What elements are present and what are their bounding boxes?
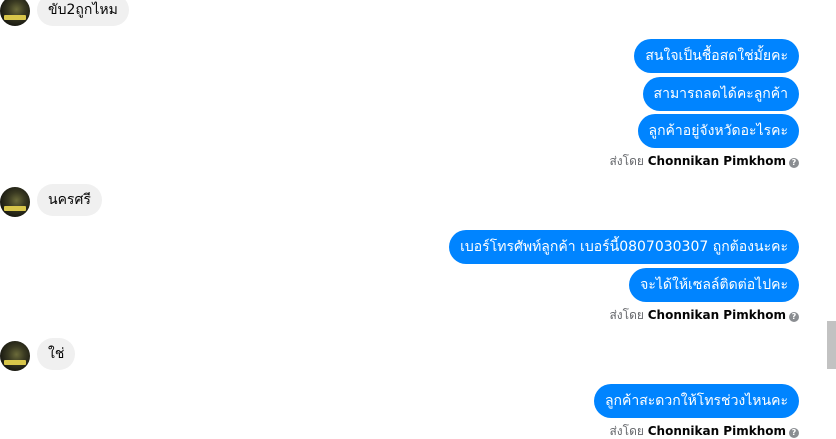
- sent-by-label: ส่งโดย Chonnikan Pimkhom?: [609, 153, 799, 169]
- outgoing-message[interactable]: เบอร์โทรศัพท์ลูกค้า เบอร์นี้0807030307 ถ…: [449, 230, 799, 264]
- message-text: เบอร์โทรศัพท์ลูกค้า เบอร์นี้0807030307 ถ…: [460, 239, 788, 255]
- message-text: นครศรี: [48, 192, 91, 208]
- outgoing-message[interactable]: ลูกค้าสะดวกให้โทรช่วงไหนคะ: [593, 384, 799, 418]
- scrollbar-thumb[interactable]: [827, 321, 836, 369]
- sent-by-prefix: ส่งโดย: [609, 308, 644, 322]
- sender-name[interactable]: Chonnikan Pimkhom: [648, 154, 786, 168]
- message-text: จะได้ให้เซลล์ติดต่อไปคะ: [640, 277, 788, 293]
- help-icon[interactable]: ?: [789, 428, 799, 438]
- message-text: ขับ2ถูกไหม: [48, 2, 118, 18]
- avatar-badge: [4, 206, 26, 211]
- incoming-message[interactable]: นครศรี: [37, 184, 102, 216]
- message-text: ใช่: [48, 346, 65, 362]
- avatar-badge: [4, 360, 26, 365]
- message-text: ลูกค้าอยู่จังหวัดอะไรคะ: [648, 123, 789, 139]
- sender-name[interactable]: Chonnikan Pimkhom: [648, 308, 786, 322]
- help-icon[interactable]: ?: [789, 158, 799, 168]
- sent-by-prefix: ส่งโดย: [609, 154, 644, 168]
- outgoing-message[interactable]: สามารถลดได้คะลูกค้า: [642, 77, 799, 111]
- message-text: สามารถลดได้คะลูกค้า: [653, 86, 788, 102]
- message-text: สนใจเป็นชื้อสดใช่มั้ยคะ: [645, 48, 788, 64]
- outgoing-message[interactable]: ลูกค้าอยู่จังหวัดอะไรคะ: [637, 114, 799, 148]
- outgoing-message[interactable]: สนใจเป็นชื้อสดใช่มั้ยคะ: [634, 39, 799, 73]
- scrollbar-track[interactable]: [827, 0, 836, 436]
- sent-by-label: ส่งโดย Chonnikan Pimkhom?: [609, 423, 799, 439]
- avatar[interactable]: [0, 0, 30, 26]
- message-text: ลูกค้าสะดวกให้โทรช่วงไหนคะ: [604, 393, 788, 409]
- help-icon[interactable]: ?: [789, 312, 799, 322]
- avatar[interactable]: [0, 341, 30, 371]
- sent-by-label: ส่งโดย Chonnikan Pimkhom?: [609, 307, 799, 323]
- incoming-message[interactable]: ใช่: [37, 338, 76, 370]
- incoming-message[interactable]: ขับ2ถูกไหม: [37, 0, 129, 26]
- avatar-badge: [4, 15, 26, 20]
- outgoing-message[interactable]: จะได้ให้เซลล์ติดต่อไปคะ: [629, 268, 799, 302]
- avatar[interactable]: [0, 187, 30, 217]
